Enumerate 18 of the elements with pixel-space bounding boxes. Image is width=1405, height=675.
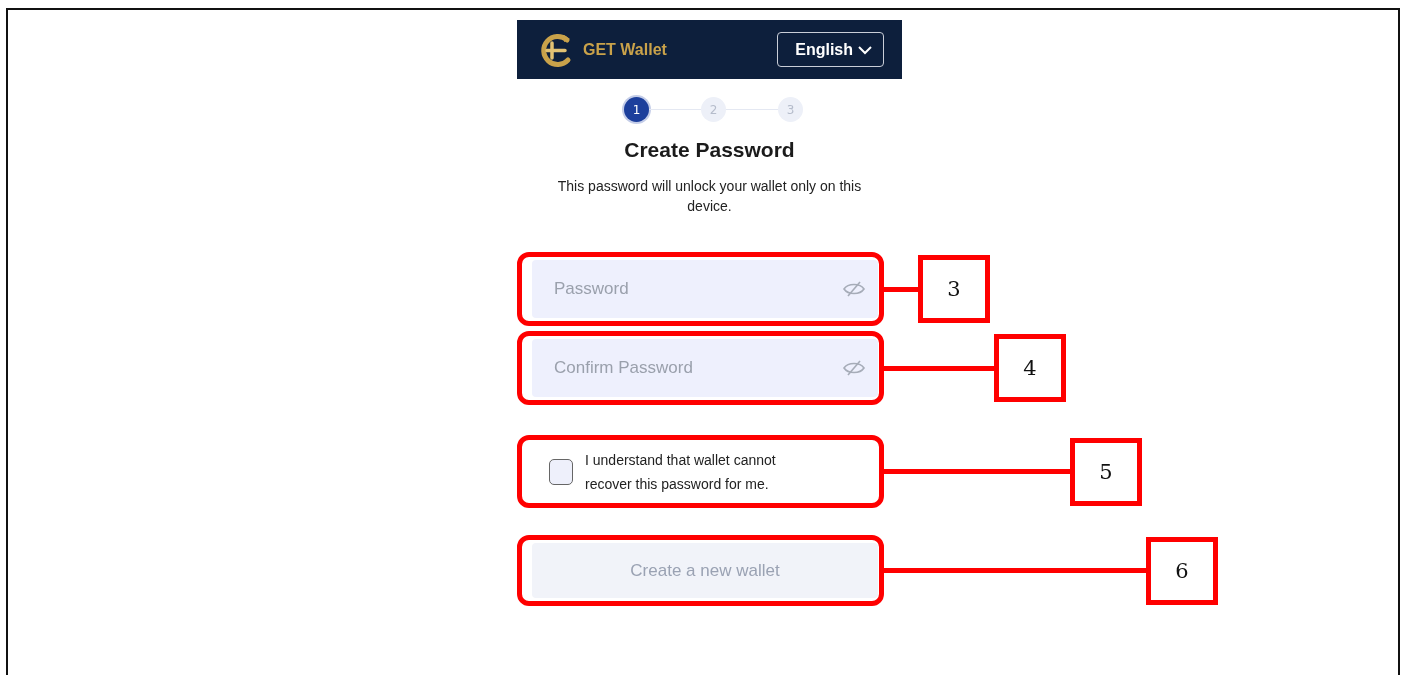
step-indicator: 2: [701, 97, 726, 122]
password-field[interactable]: Password: [532, 260, 878, 318]
checkbox[interactable]: [549, 458, 573, 485]
eye-slash-icon[interactable]: [842, 359, 866, 377]
page-title: Create Password: [623, 138, 796, 162]
step-indicator: 1: [624, 97, 649, 122]
password-field[interactable]: Confirm Password: [532, 339, 878, 397]
chevron-down-icon: [857, 44, 873, 55]
description-text: This password will unlock your wallet only on this device.: [556, 177, 863, 216]
step-indicator: 3: [778, 97, 803, 122]
brand-name: GET Wallet: [583, 40, 667, 59]
eye-slash-icon[interactable]: [842, 280, 866, 298]
callout-number: 4: [994, 334, 1066, 402]
callout-number: 6: [1146, 536, 1218, 605]
agreement-text: I understand that wallet cannot recover this password for me.: [585, 450, 777, 494]
language-selector[interactable]: English: [777, 32, 884, 67]
callout-number: 5: [1070, 437, 1142, 506]
callout-number: 3: [918, 255, 990, 323]
